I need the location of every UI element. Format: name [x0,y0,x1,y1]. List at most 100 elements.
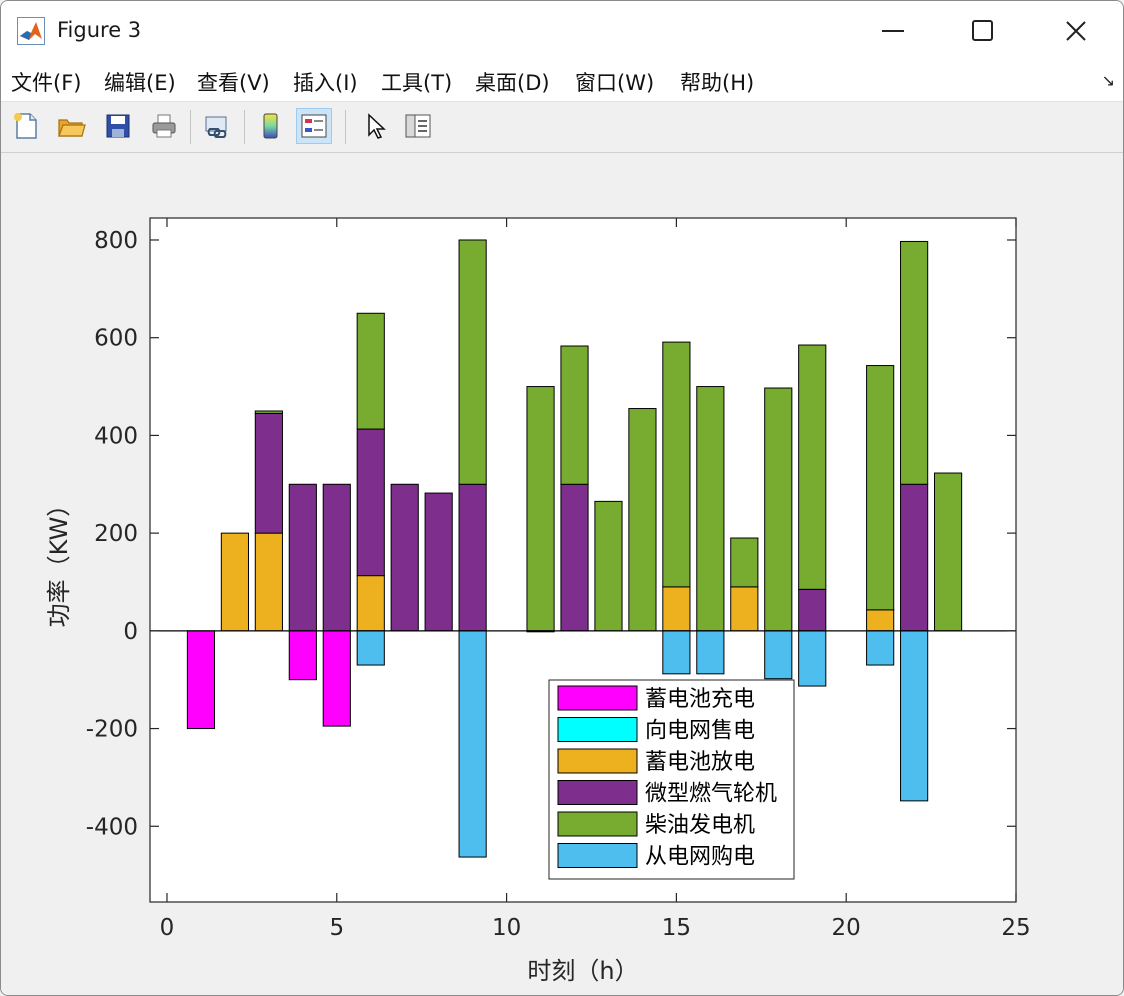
bar-buy[interactable] [866,630,895,666]
bar-buy[interactable] [764,630,793,680]
bar-discharge[interactable] [866,609,895,632]
bar-diesel[interactable] [628,408,657,632]
edit-plot-button[interactable] [356,108,392,144]
bar-discharge[interactable] [254,532,283,632]
insert-colorbar-button[interactable] [253,108,289,144]
legend-swatch-diesel [557,811,638,837]
bar-diesel[interactable] [356,312,385,430]
link-plot-icon [205,116,227,138]
pointer-icon [368,113,386,139]
legend-swatch-charge [557,685,638,711]
open-button[interactable] [53,108,89,144]
bar-buy[interactable] [356,630,385,666]
print-button[interactable] [146,108,182,144]
bar-diesel[interactable] [933,472,963,632]
new-figure-button[interactable] [8,108,44,144]
save-button[interactable] [100,108,136,144]
bar-turbine[interactable] [288,483,317,632]
bar-discharge[interactable] [730,586,759,632]
x-tick-label: 20 [832,915,861,941]
x-tick-label: 15 [662,915,691,941]
menu-edit[interactable]: 编辑(E) [104,67,176,97]
bar-buy[interactable] [458,630,487,858]
new-file-icon [14,113,37,139]
legend-swatch-turbine [557,780,638,805]
y-tick-label: -200 [86,717,138,743]
bar-buy[interactable] [662,630,691,675]
property-inspector-button[interactable] [400,108,436,144]
bar-discharge[interactable] [662,586,691,632]
matlab-logo-icon [17,17,45,45]
save-icon [106,114,130,138]
menu-tools[interactable]: 工具(T) [381,67,452,97]
x-tick-label: 0 [160,915,175,941]
bar-diesel[interactable] [458,239,487,485]
bar-turbine[interactable] [254,412,283,534]
y-tick-label: 600 [94,326,138,352]
menu-help[interactable]: 帮助(H) [680,67,754,97]
bar-turbine[interactable] [900,483,929,632]
bar-turbine[interactable] [798,588,827,632]
menu-view[interactable]: 查看(V) [197,67,270,97]
bar-turbine[interactable] [390,483,419,632]
bar-diesel[interactable] [866,365,895,611]
close-button[interactable] [1036,1,1116,61]
toolbar-separator [345,110,346,144]
legend-label-diesel: 柴油发电机 [645,813,755,838]
figure-canvas: 0 5 10 15 20 25 -400 -200 0 200 400 600 800 时刻（h） 功率（K… [1,153,1123,995]
y-axis-label: 功率（KW） [45,493,73,628]
link-plot-button[interactable] [199,108,235,144]
menu-window[interactable]: 窗口(W) [575,67,654,97]
bar-turbine[interactable] [560,483,589,632]
chart-svg: 0 5 10 15 20 25 -400 -200 0 200 400 600 800 时刻（h） 功率（K… [45,217,1031,985]
y-tick-label: 200 [94,521,138,547]
menu-bar: 文件(F) 编辑(E) 查看(V) 插入(I) 工具(T) 桌面(D) 窗口(W… [1,61,1123,102]
bar-diesel[interactable] [662,341,691,588]
legend-swatch-discharge [557,748,638,774]
menu-insert[interactable]: 插入(I) [293,67,358,97]
bar-turbine[interactable] [322,483,351,632]
bar-diesel[interactable] [764,387,793,632]
bar-diesel[interactable] [594,500,623,632]
bar-charge[interactable] [186,630,216,730]
minimize-icon [882,30,904,32]
bar-diesel[interactable] [730,537,759,588]
legend-label-buy: 从电网购电 [645,845,755,870]
legend-swatch-buy [557,843,638,868]
bar-turbine[interactable] [424,492,453,632]
legend-label-turbine: 微型燃气轮机 [645,782,777,807]
toolbar-separator [190,110,191,144]
bar-buy[interactable] [696,630,725,675]
bar-discharge[interactable] [220,532,249,632]
menu-file[interactable]: 文件(F) [11,67,81,97]
menu-desktop[interactable]: 桌面(D) [475,67,550,97]
maximize-button[interactable] [943,1,1023,61]
bar-diesel[interactable] [560,345,589,485]
bar-turbine[interactable] [356,428,385,577]
open-folder-icon [58,119,86,137]
bar-charge[interactable] [322,630,351,727]
bar-buy[interactable] [798,630,827,687]
bar-diesel[interactable] [526,386,555,632]
x-tick-label: 25 [1001,915,1030,941]
minimize-button[interactable] [853,1,933,61]
bar-diesel[interactable] [798,344,827,590]
legend-label-discharge: 蓄电池放电 [645,750,755,775]
bar-charge[interactable] [288,630,317,681]
y-tick-label: 800 [94,228,138,254]
window-title: Figure 3 [57,18,142,42]
colorbar-icon [263,113,278,139]
x-tick-label: 10 [492,915,521,941]
bar-discharge[interactable] [356,575,385,632]
bar-turbine[interactable] [458,483,487,632]
bar-diesel[interactable] [254,410,283,414]
legend-icon [301,114,327,138]
bar-diesel[interactable] [900,240,929,485]
insert-legend-button[interactable] [296,108,332,144]
bar-diesel[interactable] [696,386,725,632]
y-tick-label: 400 [94,423,138,449]
legend-label-sell: 向电网售电 [645,719,755,744]
toolbar [1,102,1123,153]
bar-buy[interactable] [900,630,929,802]
menu-dock-arrow[interactable]: ↘ [1102,71,1115,90]
